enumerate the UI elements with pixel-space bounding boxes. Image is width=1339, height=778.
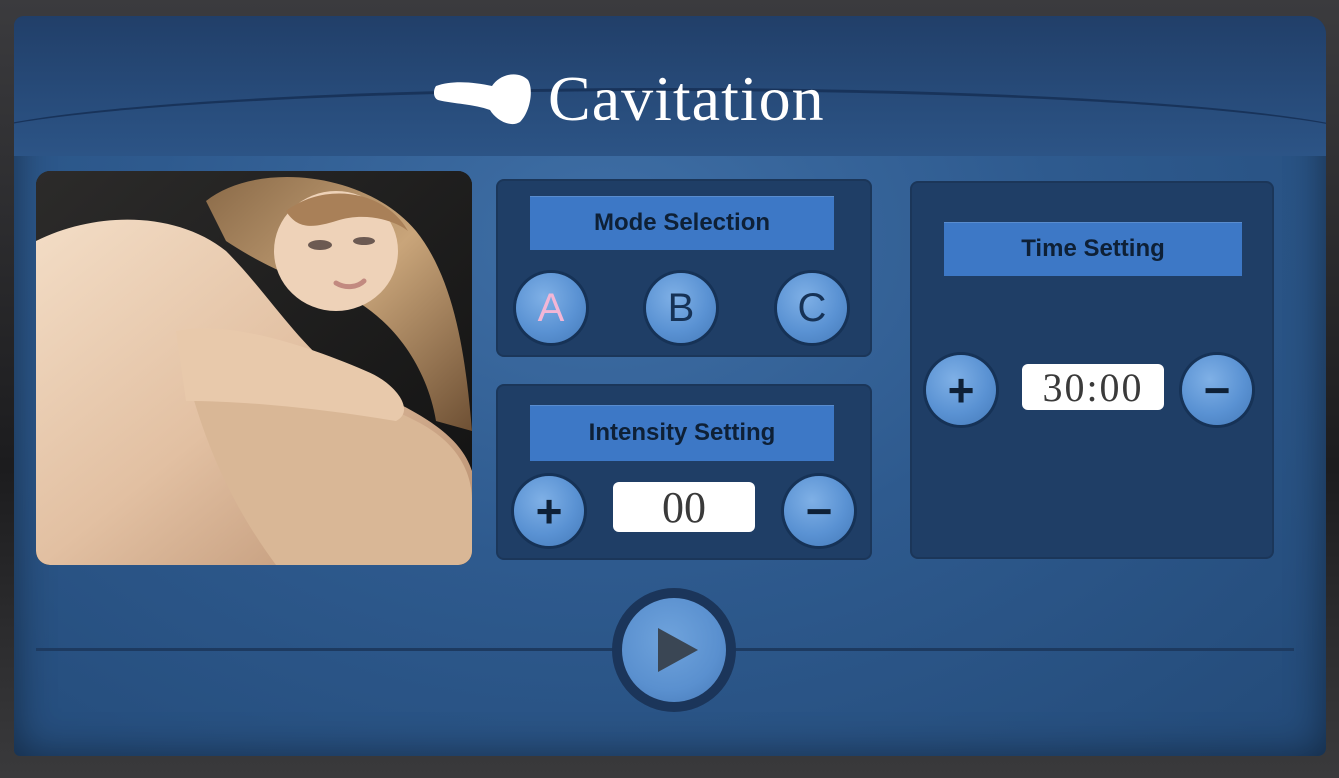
cavitation-probe-icon [434, 74, 531, 125]
mode-a-label: A [537, 285, 565, 330]
intensity-plus-button[interactable]: + [514, 476, 584, 546]
plus-icon: + [535, 485, 563, 537]
play-icon [658, 628, 698, 672]
mode-c-label: C [797, 285, 827, 330]
mode-selection-panel: Mode Selection A B C [496, 179, 872, 357]
intensity-setting-label: Intensity Setting [530, 405, 834, 461]
intensity-value: 00 [613, 482, 755, 532]
time-setting-panel: Time Setting + 30:00 − [910, 181, 1274, 559]
model-image [36, 171, 472, 565]
start-button[interactable] [612, 588, 736, 712]
play-divider-right [734, 648, 1294, 651]
mode-b-label: B [667, 285, 695, 330]
intensity-minus-button[interactable]: − [784, 476, 854, 546]
touch-screen: Cavitation Mode Selection A B C Intensit… [14, 16, 1326, 756]
mode-a-button[interactable]: A [516, 273, 586, 343]
time-value: 30:00 [1022, 364, 1164, 410]
time-plus-button[interactable]: + [926, 355, 996, 425]
plus-icon: + [947, 364, 975, 416]
mode-selection-label: Mode Selection [530, 196, 834, 250]
minus-icon: − [1203, 364, 1231, 416]
app-header: Cavitation [434, 63, 825, 134]
mode-b-button[interactable]: B [646, 273, 716, 343]
minus-icon: − [805, 485, 833, 537]
time-setting-label: Time Setting [944, 222, 1242, 276]
start-button-face [622, 598, 726, 702]
mode-c-button[interactable]: C [777, 273, 847, 343]
play-divider-left [36, 648, 616, 651]
page-title: Cavitation [548, 63, 825, 134]
treatment-photo [36, 171, 472, 565]
time-minus-button[interactable]: − [1182, 355, 1252, 425]
intensity-setting-panel: Intensity Setting + 00 − [496, 384, 872, 560]
